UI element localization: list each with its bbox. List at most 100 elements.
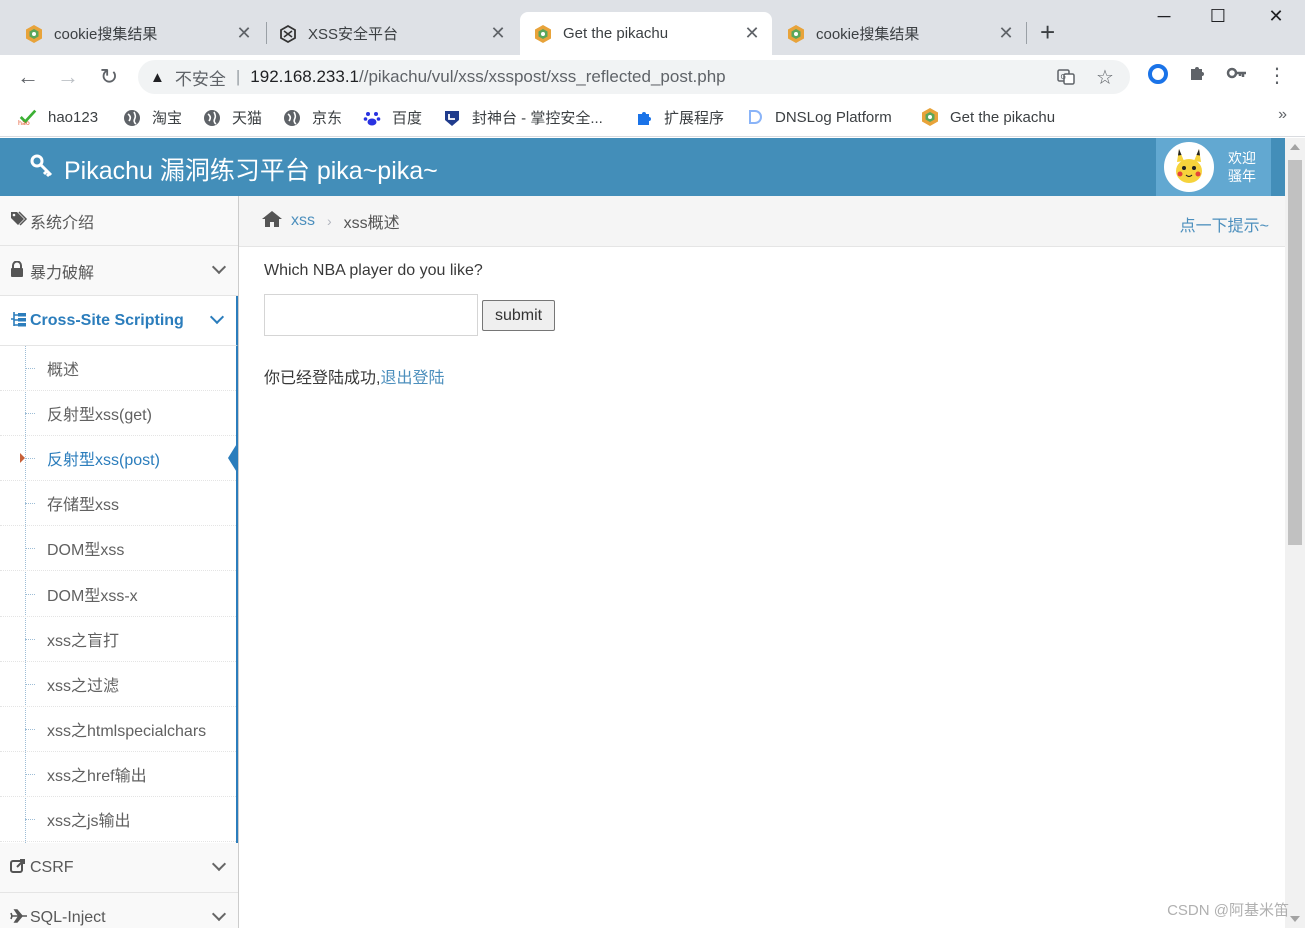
share-icon <box>10 858 30 877</box>
sidebar-item-intro[interactable]: 系统介绍 <box>0 196 238 246</box>
chevron-right-icon: › <box>327 213 332 229</box>
sidebar-item-label: 暴力破解 <box>30 264 95 282</box>
player-name-input[interactable] <box>264 294 478 336</box>
submenu-item[interactable]: xss之过滤 <box>0 662 236 707</box>
submenu-item[interactable]: xss之htmlspecialchars <box>0 707 236 752</box>
submenu-item-label: DOM型xss <box>47 542 125 559</box>
bookmark-item[interactable]: 扩展程序 <box>634 107 724 128</box>
puzzle-icon <box>634 108 654 128</box>
sidebar-item-xss[interactable]: Cross-Site Scripting <box>0 296 238 346</box>
submenu-item[interactable]: DOM型xss <box>0 526 236 571</box>
bookmark-item[interactable]: 淘宝 <box>122 107 182 128</box>
hao123-icon: hao <box>18 107 38 127</box>
close-tab-icon[interactable]: ✕ <box>488 23 508 44</box>
submenu-item[interactable]: xss之href输出 <box>0 752 236 797</box>
question-text: Which NBA player do you like? <box>264 262 483 279</box>
sidebar-item-sqli[interactable]: SQL-Inject <box>0 893 238 928</box>
bookmark-label: 扩展程序 <box>664 110 725 127</box>
browser-tab[interactable]: cookie搜集结果 ✕ <box>12 12 264 55</box>
bookmark-label: 封神台 - 掌控安全... <box>472 110 603 127</box>
new-tab-button[interactable]: + <box>1040 18 1055 46</box>
submenu-item[interactable]: 存储型xss <box>0 481 236 526</box>
scroll-thumb[interactable] <box>1288 160 1302 545</box>
bookmark-item[interactable]: 百度 <box>362 107 422 128</box>
bookmark-label: 百度 <box>392 110 423 127</box>
submenu-item[interactable]: 反射型xss(get) <box>0 391 236 436</box>
puzzle-icon[interactable] <box>1184 63 1210 89</box>
sidebar-item-label: SQL-Inject <box>30 908 106 926</box>
user-menu[interactable]: 欢迎 骚年 <box>1156 138 1271 196</box>
pikachu-logo-icon <box>786 24 806 44</box>
submenu-item[interactable]: DOM型xss-x <box>0 572 236 617</box>
bookmark-item[interactable]: hao hao123 <box>18 107 98 128</box>
address-separator: | <box>235 67 241 86</box>
xss-platform-icon <box>278 24 298 44</box>
submenu-item[interactable]: xss之盲打 <box>0 617 236 662</box>
close-tab-icon[interactable]: ✕ <box>996 23 1016 44</box>
browser-toolbar: ← → ↻ ▲ 不安全 | 192.168.233.1//pikachu/vul… <box>0 55 1305 99</box>
welcome-line: 骚年 <box>1228 168 1256 184</box>
close-tab-icon[interactable]: ✕ <box>234 23 254 44</box>
close-window-icon[interactable]: ✕ <box>1256 6 1296 27</box>
chevron-down-icon <box>209 309 225 325</box>
bookmark-item[interactable]: Get the pikachu <box>920 107 1055 127</box>
page-scrollbar[interactable] <box>1285 138 1305 928</box>
browser-tab-active[interactable]: Get the pikachu ✕ <box>520 12 772 55</box>
globe-icon <box>202 108 222 128</box>
tab-title: cookie搜集结果 <box>54 26 158 43</box>
reload-icon[interactable]: ↻ <box>96 64 122 90</box>
forward-arrow-icon[interactable]: → <box>55 64 81 90</box>
translate-icon[interactable]: G <box>1056 67 1076 92</box>
security-label: 不安全 <box>174 69 226 89</box>
bookmark-label: 淘宝 <box>152 110 183 127</box>
maximize-icon[interactable]: ☐ <box>1198 6 1238 27</box>
bookmark-item[interactable]: 京东 <box>282 107 342 128</box>
extension-circle-icon[interactable] <box>1145 63 1171 91</box>
globe-icon <box>282 108 302 128</box>
browser-tab[interactable]: cookie搜集结果 ✕ <box>774 12 1026 55</box>
submenu-item-label: xss之js输出 <box>47 813 131 830</box>
svg-text:hao: hao <box>18 120 30 127</box>
submenu-item[interactable]: 概述 <box>0 346 236 391</box>
sidebar: 系统介绍 暴力破解 Cross-Site Scripting 概述 反射型xss… <box>0 196 239 928</box>
baidu-paw-icon <box>362 108 382 128</box>
sidebar-item-label: CSRF <box>30 858 74 876</box>
bookmark-item[interactable]: DNSLog Platform <box>745 107 892 127</box>
plane-icon <box>10 909 30 926</box>
sidebar-item-bruteforce[interactable]: 暴力破解 <box>0 246 238 296</box>
bookmarks-bar: hao hao123 淘宝 天猫 京东 百度 封神台 - 掌控安全... 扩展程… <box>0 99 1305 137</box>
more-bookmarks-button[interactable]: » <box>1278 106 1287 124</box>
menu-dots-icon[interactable]: ⋮ <box>1264 63 1290 88</box>
submit-button[interactable]: submit <box>482 300 555 331</box>
logout-link[interactable]: 退出登陆 <box>380 370 444 387</box>
home-icon[interactable] <box>261 210 283 233</box>
close-tab-icon[interactable]: ✕ <box>742 23 762 44</box>
chevron-down-icon <box>211 856 227 872</box>
pikachu-logo-icon <box>533 24 553 44</box>
address-bar[interactable]: ▲ 不安全 | 192.168.233.1//pikachu/vul/xss/x… <box>138 60 1130 94</box>
hint-link[interactable]: 点一下提示~ <box>1180 212 1269 236</box>
sidebar-item-label: 系统介绍 <box>30 214 95 232</box>
sidebar-item-csrf[interactable]: CSRF <box>0 843 238 893</box>
browser-tab[interactable]: XSS安全平台 ✕ <box>266 12 518 55</box>
globe-icon <box>122 108 142 128</box>
sitemap-icon <box>10 311 30 330</box>
brand[interactable]: Pikachu 漏洞练习平台 pika~pika~ <box>30 151 438 187</box>
bookmark-item[interactable]: 天猫 <box>202 107 262 128</box>
breadcrumb-link[interactable]: xss <box>291 212 315 230</box>
scroll-up-icon[interactable] <box>1290 144 1300 150</box>
bookmark-label: Get the pikachu <box>950 108 1056 126</box>
key-icon[interactable] <box>1224 63 1250 89</box>
submenu-item[interactable]: xss之js输出 <box>0 797 236 842</box>
watermark: CSDN @阿基米笛 <box>1167 902 1289 919</box>
bookmark-item[interactable]: 封神台 - 掌控安全... <box>442 107 603 128</box>
minimize-icon[interactable]: ─ <box>1144 6 1184 27</box>
top-navbar: Pikachu 漏洞练习平台 pika~pika~ 欢迎 骚年 <box>0 138 1285 196</box>
url-host: 192.168.233.1 <box>250 67 359 86</box>
xss-submenu: 概述 反射型xss(get) 反射型xss(post) 存储型xss DOM型x… <box>0 346 238 843</box>
submenu-item-active[interactable]: 反射型xss(post) <box>0 436 238 481</box>
star-icon[interactable]: ☆ <box>1096 65 1114 90</box>
scroll-down-icon[interactable] <box>1290 916 1300 922</box>
back-arrow-icon[interactable]: ← <box>15 64 41 90</box>
submenu-item-label: 存储型xss <box>47 497 120 514</box>
